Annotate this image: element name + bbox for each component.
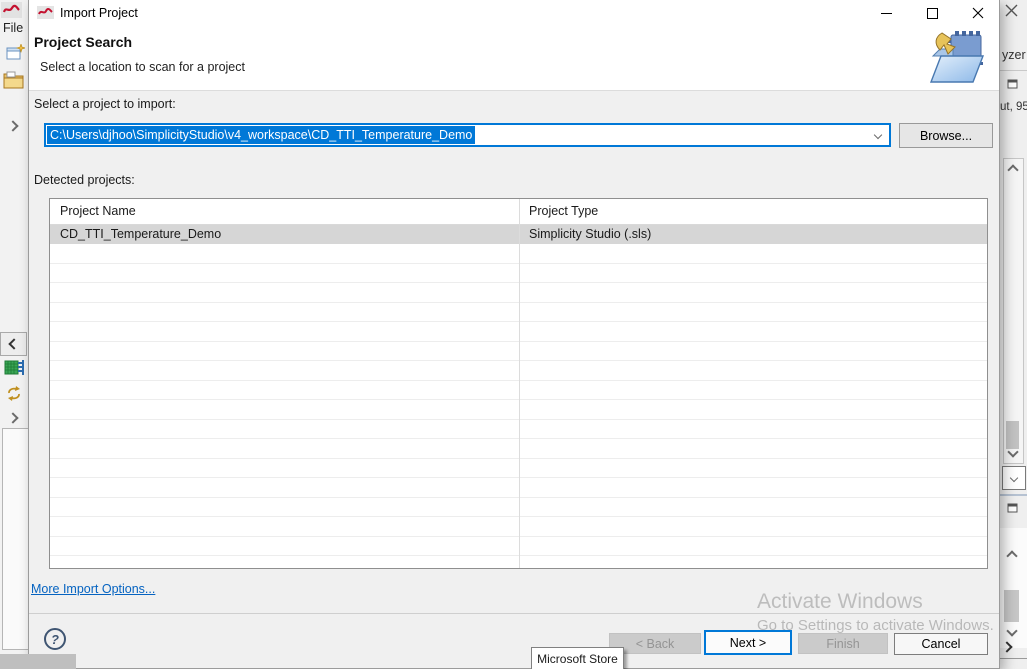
help-icon: ?	[51, 632, 59, 647]
status-text: ut, 954	[1000, 101, 1027, 113]
maximize-button[interactable]	[915, 0, 949, 26]
browse-button[interactable]: Browse...	[899, 123, 993, 148]
scrollbar-thumb[interactable]	[1004, 590, 1019, 622]
projects-table: Project Name Project Type CD_TTI_Tempera…	[49, 198, 988, 569]
table-cell: CD_TTI_Temperature_Demo	[50, 225, 519, 244]
expand-right-icon[interactable]	[7, 120, 18, 131]
maximize-icon	[927, 8, 938, 19]
divider	[1000, 494, 1027, 496]
scrollbar-up-icon[interactable]	[1007, 164, 1018, 175]
vertical-scrollbar[interactable]	[1003, 158, 1024, 464]
detected-label: Detected projects:	[34, 173, 135, 187]
dialog-title: Import Project	[60, 0, 138, 27]
table-cell: Simplicity Studio (.sls)	[519, 225, 987, 244]
finish-button: Finish	[798, 633, 888, 654]
import-project-dialog: Import Project Project Search Select a l…	[28, 0, 1000, 669]
dialog-titlebar[interactable]: Import Project	[29, 0, 999, 27]
dropdown-button[interactable]	[1002, 466, 1026, 490]
collapse-left-button[interactable]	[0, 332, 27, 356]
dialog-header: Project Search Select a location to scan…	[29, 27, 999, 91]
activate-windows-watermark: Activate Windows	[757, 590, 923, 614]
restore-icon[interactable]	[1007, 503, 1019, 517]
ide-close-icon[interactable]	[1005, 4, 1018, 20]
close-button[interactable]	[961, 0, 995, 26]
cancel-button[interactable]: Cancel	[894, 633, 988, 655]
activate-windows-hint: Go to Settings to activate Windows.	[757, 617, 994, 634]
analyzer-tab-label: yzer	[1002, 48, 1026, 62]
sync-icon[interactable]	[6, 386, 22, 404]
scrollbar-thumb[interactable]	[1006, 421, 1019, 449]
new-project-icon[interactable]	[6, 44, 25, 64]
expand-right-icon[interactable]	[7, 412, 18, 423]
screen: File yzer ut, 954	[0, 0, 1027, 669]
close-icon	[972, 7, 984, 19]
help-button[interactable]: ?	[44, 628, 66, 650]
divider	[1000, 70, 1027, 71]
path-label: Select a project to import:	[34, 97, 176, 111]
taskbar-corner	[0, 654, 76, 669]
project-path-value: C:\Users\djhoo\SimplicityStudio\v4_works…	[47, 126, 475, 144]
import-wizard-icon	[927, 30, 985, 86]
restore-icon[interactable]	[1007, 79, 1019, 93]
minimize-icon	[881, 13, 892, 14]
ide-left-panel: File	[0, 0, 28, 669]
ide-right-panel: yzer ut, 954	[999, 0, 1027, 669]
column-header-project-type[interactable]: Project Type	[519, 199, 987, 224]
more-import-options-link[interactable]: More Import Options...	[31, 582, 155, 596]
chevron-down-icon	[874, 131, 882, 139]
project-path-combobox[interactable]: C:\Users\djhoo\SimplicityStudio\v4_works…	[44, 123, 891, 147]
combo-dropdown-button[interactable]	[868, 125, 888, 145]
column-header-project-name[interactable]: Project Name	[50, 199, 519, 224]
open-folder-icon[interactable]	[3, 71, 24, 92]
menu-file[interactable]: File	[3, 21, 23, 35]
chevron-down-icon	[1010, 474, 1018, 482]
column-divider[interactable]	[519, 199, 520, 568]
page-subtitle: Select a location to scan for a project	[40, 60, 245, 74]
chevron-left-icon	[8, 338, 19, 349]
chip-icon[interactable]	[3, 358, 25, 381]
dialog-logo-icon	[37, 6, 54, 19]
simplicity-logo-icon	[1, 2, 22, 18]
ide-bottom-panel	[2, 428, 29, 650]
taskbar-tooltip: Microsoft Store	[531, 647, 624, 669]
divider	[1000, 658, 1027, 659]
minimize-button[interactable]	[869, 0, 903, 26]
page-title: Project Search	[34, 34, 132, 50]
